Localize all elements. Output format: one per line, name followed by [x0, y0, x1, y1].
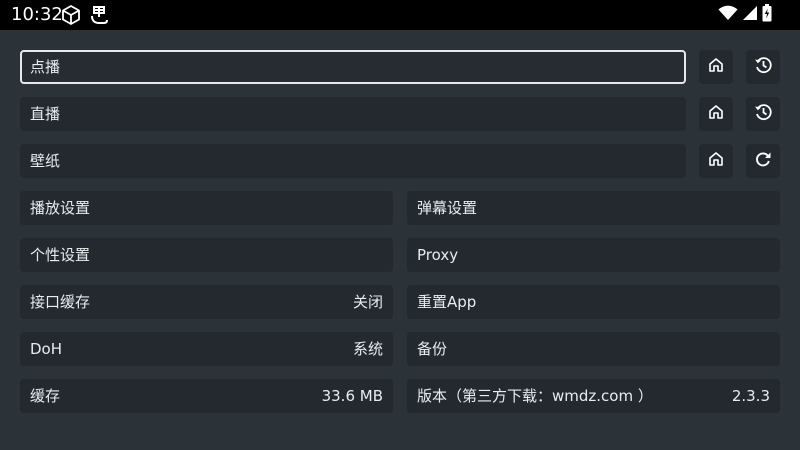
tile-value: 系统 [352, 340, 383, 358]
cube-icon [60, 4, 82, 26]
tile-label: 缓存 [30, 387, 61, 405]
tile-label: 播放设置 [30, 199, 91, 217]
status-time: 10:32 [11, 4, 63, 25]
wallpaper-field[interactable]: 壁纸 [20, 144, 686, 178]
home-icon [707, 56, 725, 78]
refresh-icon [753, 149, 773, 173]
tile-label: DoH [30, 340, 63, 358]
status-right-icons [718, 4, 772, 26]
api-cache-tile[interactable]: 接口缓存 关闭 [20, 285, 393, 319]
live-field[interactable]: 直播 [20, 97, 686, 131]
battery-charging-icon [762, 4, 772, 26]
tile-label: 个性设置 [30, 246, 91, 264]
app-ghost-icon [88, 4, 110, 26]
live-history-button[interactable] [746, 97, 780, 131]
signal-icon [742, 5, 758, 25]
live-home-button[interactable] [699, 97, 733, 131]
tile-label: Proxy [417, 246, 459, 264]
tile-label: 备份 [417, 340, 448, 358]
version-tile[interactable]: 版本（第三方下载：wmdz.com ） 2.3.3 [407, 379, 780, 413]
tile-label: 重置App [417, 293, 477, 311]
wallpaper-row: 壁纸 [20, 144, 780, 178]
tile-label: 弹幕设置 [417, 199, 478, 217]
cache-tile[interactable]: 缓存 33.6 MB [20, 379, 393, 413]
tile-label: 版本（第三方下载：wmdz.com ） [417, 387, 653, 405]
proxy-tile[interactable]: Proxy [407, 238, 780, 272]
live-row: 直播 [20, 97, 780, 131]
tile-label: 接口缓存 [30, 293, 91, 311]
vod-row: 点播 [20, 50, 780, 84]
backup-tile[interactable]: 备份 [407, 332, 780, 366]
wifi-icon [718, 5, 738, 25]
status-bar: 10:32 [0, 0, 800, 30]
home-icon [707, 103, 725, 125]
history-icon [753, 102, 773, 126]
reset-app-tile[interactable]: 重置App [407, 285, 780, 319]
personalization-settings-tile[interactable]: 个性设置 [20, 238, 393, 272]
history-icon [753, 55, 773, 79]
tile-value: 2.3.3 [731, 387, 770, 405]
wallpaper-home-button[interactable] [699, 144, 733, 178]
wallpaper-refresh-button[interactable] [746, 144, 780, 178]
vod-field[interactable]: 点播 [20, 50, 686, 84]
danmaku-settings-tile[interactable]: 弹幕设置 [407, 191, 780, 225]
tile-value: 关闭 [352, 293, 383, 311]
doh-tile[interactable]: DoH 系统 [20, 332, 393, 366]
tile-value: 33.6 MB [321, 387, 383, 405]
vod-history-button[interactable] [746, 50, 780, 84]
vod-home-button[interactable] [699, 50, 733, 84]
playback-settings-tile[interactable]: 播放设置 [20, 191, 393, 225]
home-icon [707, 150, 725, 172]
